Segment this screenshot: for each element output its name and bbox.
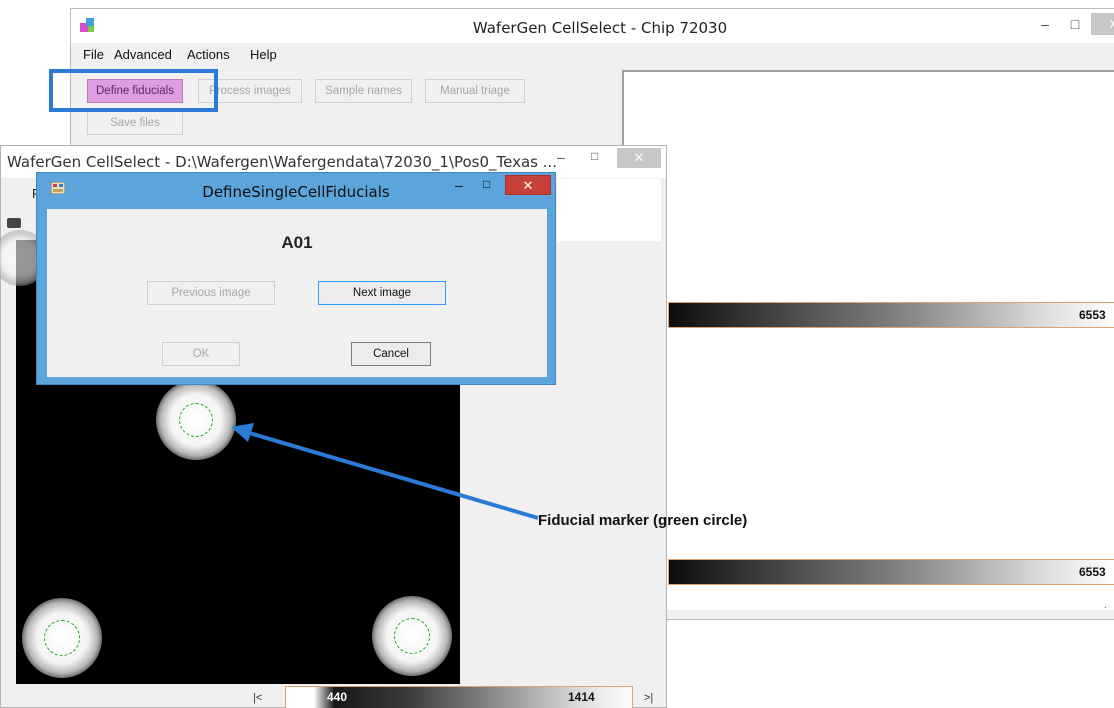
annotation-label: Fiducial marker (green circle) (538, 512, 748, 529)
annotation-arrow-line (245, 430, 539, 520)
annotation-arrow-head (231, 423, 254, 442)
annotation-arrow (231, 423, 539, 520)
